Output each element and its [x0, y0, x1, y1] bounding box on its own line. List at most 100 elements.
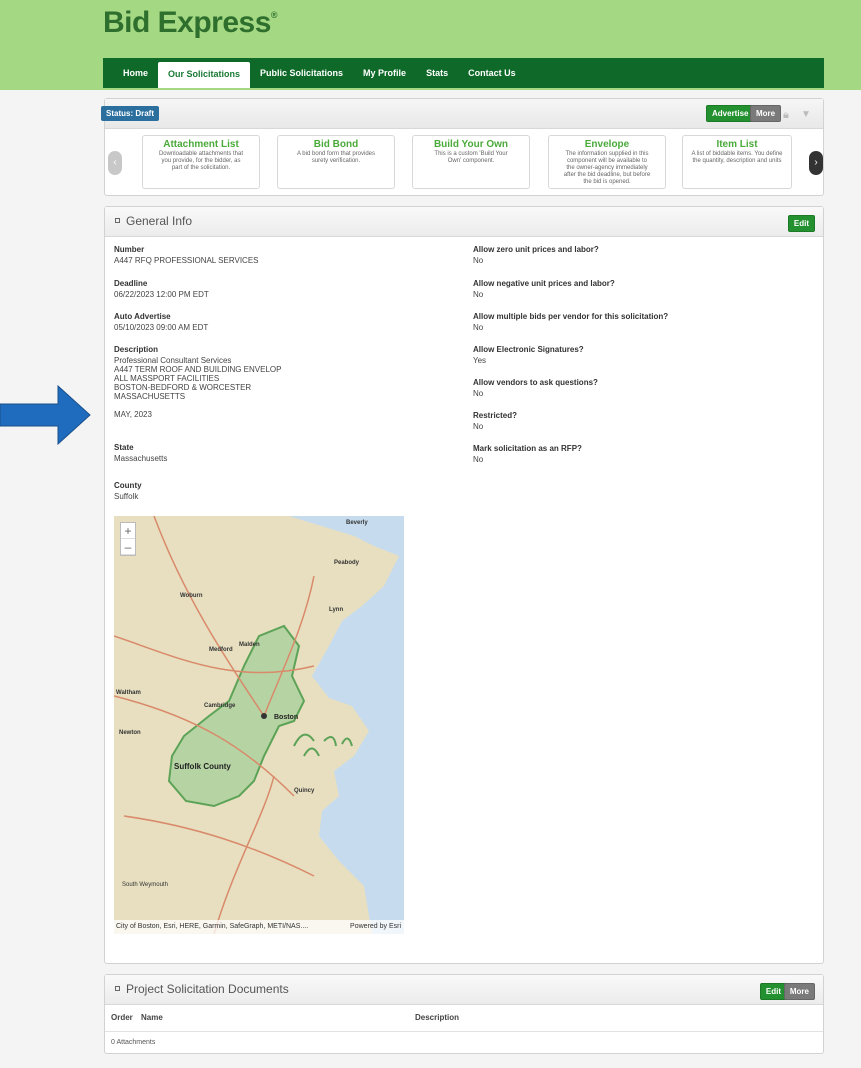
component-toolbar: Status: Draft Advertise More 🔒︎ ▼ ‹ Atta…: [101, 98, 824, 196]
field-label: Number: [114, 245, 145, 254]
field-label: Restricted?: [473, 411, 518, 420]
zoom-in-icon[interactable]: +: [121, 523, 135, 539]
nav-my-profile[interactable]: My Profile: [353, 58, 416, 88]
field-allow-negative-prices: Allow negative unit prices and labor? No: [473, 279, 615, 299]
map-label-norwood: South Weymouth: [122, 882, 168, 888]
docs-more-button[interactable]: More: [783, 983, 815, 1000]
lock-icon[interactable]: 🔒︎: [783, 109, 789, 122]
component-carousel: ‹ Attachment List Downloadable attachmen…: [105, 135, 823, 191]
docs-column-headers: Order Name Description: [111, 1013, 459, 1022]
component-card-envelope[interactable]: Envelope The information supplied in thi…: [548, 135, 666, 189]
card-description: A list of biddable items. You define the…: [691, 151, 783, 164]
card-title: Attachment List: [163, 139, 239, 150]
field-value: Yes: [473, 356, 487, 365]
map-label-lynn: Lynn: [329, 607, 343, 613]
zoom-out-icon[interactable]: –: [121, 539, 135, 555]
card-description: The information supplied in this compone…: [563, 151, 651, 185]
component-card-item-list[interactable]: Item List A list of biddable items. You …: [682, 135, 792, 189]
map-label-quincy: Quincy: [294, 788, 315, 794]
field-label: Allow Electronic Signatures?: [473, 345, 584, 354]
card-title: Build Your Own: [433, 139, 509, 150]
field-value: No: [473, 323, 484, 332]
map-label-waltham: Waltham: [116, 690, 141, 696]
callout-arrow-icon: [0, 384, 91, 446]
field-deadline: Deadline 06/22/2023 12:00 PM EDT: [114, 279, 209, 299]
section-title: General Info: [115, 214, 192, 228]
map-label-newton: Newton: [119, 730, 141, 736]
nav-home[interactable]: Home: [113, 58, 158, 88]
field-mark-rfp: Mark solicitation as an RFP? No: [473, 444, 582, 464]
card-title: Envelope: [584, 139, 630, 150]
carousel-prev-icon[interactable]: ‹: [108, 151, 122, 175]
edit-button[interactable]: Edit: [787, 215, 815, 232]
logo[interactable]: Bid Express®: [103, 6, 278, 40]
component-card-attachment-list[interactable]: Attachment List Downloadable attachments…: [142, 135, 260, 189]
project-documents-panel: Project Solicitation Documents Edit More…: [104, 974, 824, 1054]
field-label: Allow zero unit prices and labor?: [473, 245, 599, 254]
field-value: No: [473, 422, 484, 431]
field-label: Allow vendors to ask questions?: [473, 378, 598, 387]
field-label: State: [114, 443, 134, 452]
card-title: Item List: [716, 139, 758, 150]
nav-stats[interactable]: Stats: [416, 58, 458, 88]
status-badge: Status: Draft: [101, 106, 160, 121]
field-label: Allow negative unit prices and labor?: [473, 279, 615, 288]
field-description: Description Professional Consultant Serv…: [114, 345, 281, 419]
field-value: Suffolk: [114, 492, 139, 501]
main-nav: Home Our Solicitations Public Solicitati…: [103, 58, 824, 88]
column-description[interactable]: Description: [415, 1013, 459, 1022]
page: Bid Express® Home Our Solicitations Publ…: [0, 0, 861, 1068]
field-value: Professional Consultant Services A447 TE…: [114, 356, 282, 419]
field-allow-vendor-questions: Allow vendors to ask questions? No: [473, 378, 598, 398]
map-label-beverly: Beverly: [346, 520, 368, 526]
field-value: No: [473, 290, 484, 299]
field-label: Mark solicitation as an RFP?: [473, 444, 582, 453]
collapse-icon[interactable]: [115, 218, 120, 224]
county-map[interactable]: Boston Suffolk County Cambridge Woburn M…: [114, 516, 404, 934]
general-info-header: General Info Edit: [105, 207, 823, 237]
docs-empty-row: 0 Attachments: [105, 1031, 823, 1053]
field-label: Allow multiple bids per vendor for this …: [473, 312, 669, 321]
map-zoom-control: + –: [120, 522, 136, 556]
nav-public-solicitations[interactable]: Public Solicitations: [250, 58, 353, 88]
nav-our-solicitations[interactable]: Our Solicitations: [158, 62, 251, 88]
field-value: No: [473, 455, 484, 464]
card-description: Downloadable attachments that you provid…: [158, 151, 244, 171]
field-county: County Suffolk: [114, 481, 142, 501]
field-label: Auto Advertise: [114, 312, 171, 321]
column-name[interactable]: Name: [141, 1013, 163, 1022]
advertise-button[interactable]: Advertise: [706, 105, 755, 122]
map-label-boston: Boston: [274, 714, 298, 721]
component-card-bid-bond[interactable]: Bid Bond A bid bond form that provides s…: [277, 135, 395, 189]
project-documents-header: Project Solicitation Documents Edit More: [105, 975, 823, 1005]
field-label: Description: [114, 345, 159, 354]
field-state: State Massachusetts: [114, 443, 167, 463]
card-description: A bid bond form that provides surety ver…: [296, 151, 376, 164]
docs-edit-button[interactable]: Edit: [759, 983, 787, 1000]
field-value: Massachusetts: [114, 454, 168, 463]
header-band: Bid Express® Home Our Solicitations Publ…: [0, 0, 861, 90]
map-canvas: Boston Suffolk County Cambridge Woburn M…: [114, 516, 404, 934]
field-label: Deadline: [114, 279, 148, 288]
component-card-build-your-own[interactable]: Build Your Own This is a custom 'Build Y…: [412, 135, 530, 189]
field-value: 05/10/2023 09:00 AM EDT: [114, 323, 209, 332]
map-label-medford: Medford: [209, 647, 233, 653]
more-button[interactable]: More: [750, 105, 782, 122]
map-label-malden: Malden: [239, 642, 260, 648]
field-allow-zero-prices: Allow zero unit prices and labor? No: [473, 245, 599, 265]
map-label-suffolk-county: Suffolk County: [174, 762, 231, 771]
filter-icon[interactable]: ▼: [801, 109, 811, 120]
nav-contact-us[interactable]: Contact Us: [458, 58, 526, 88]
field-value: 06/22/2023 12:00 PM EDT: [114, 290, 209, 299]
column-order[interactable]: Order: [111, 1013, 133, 1022]
card-description: This is a custom 'Build Your Own' compon…: [434, 151, 508, 164]
field-value: No: [473, 389, 484, 398]
field-value: A447 RFQ PROFESSIONAL SERVICES: [114, 256, 259, 265]
collapse-icon[interactable]: [115, 986, 120, 992]
field-restricted: Restricted? No: [473, 411, 517, 431]
field-number: Number A447 RFQ PROFESSIONAL SERVICES: [114, 245, 259, 265]
map-attribution: City of Boston, Esri, HERE, Garmin, Safe…: [114, 920, 404, 934]
map-label-cambridge: Cambridge: [204, 703, 236, 709]
map-label-peabody: Peabody: [334, 560, 360, 566]
carousel-next-icon[interactable]: ›: [809, 151, 823, 175]
